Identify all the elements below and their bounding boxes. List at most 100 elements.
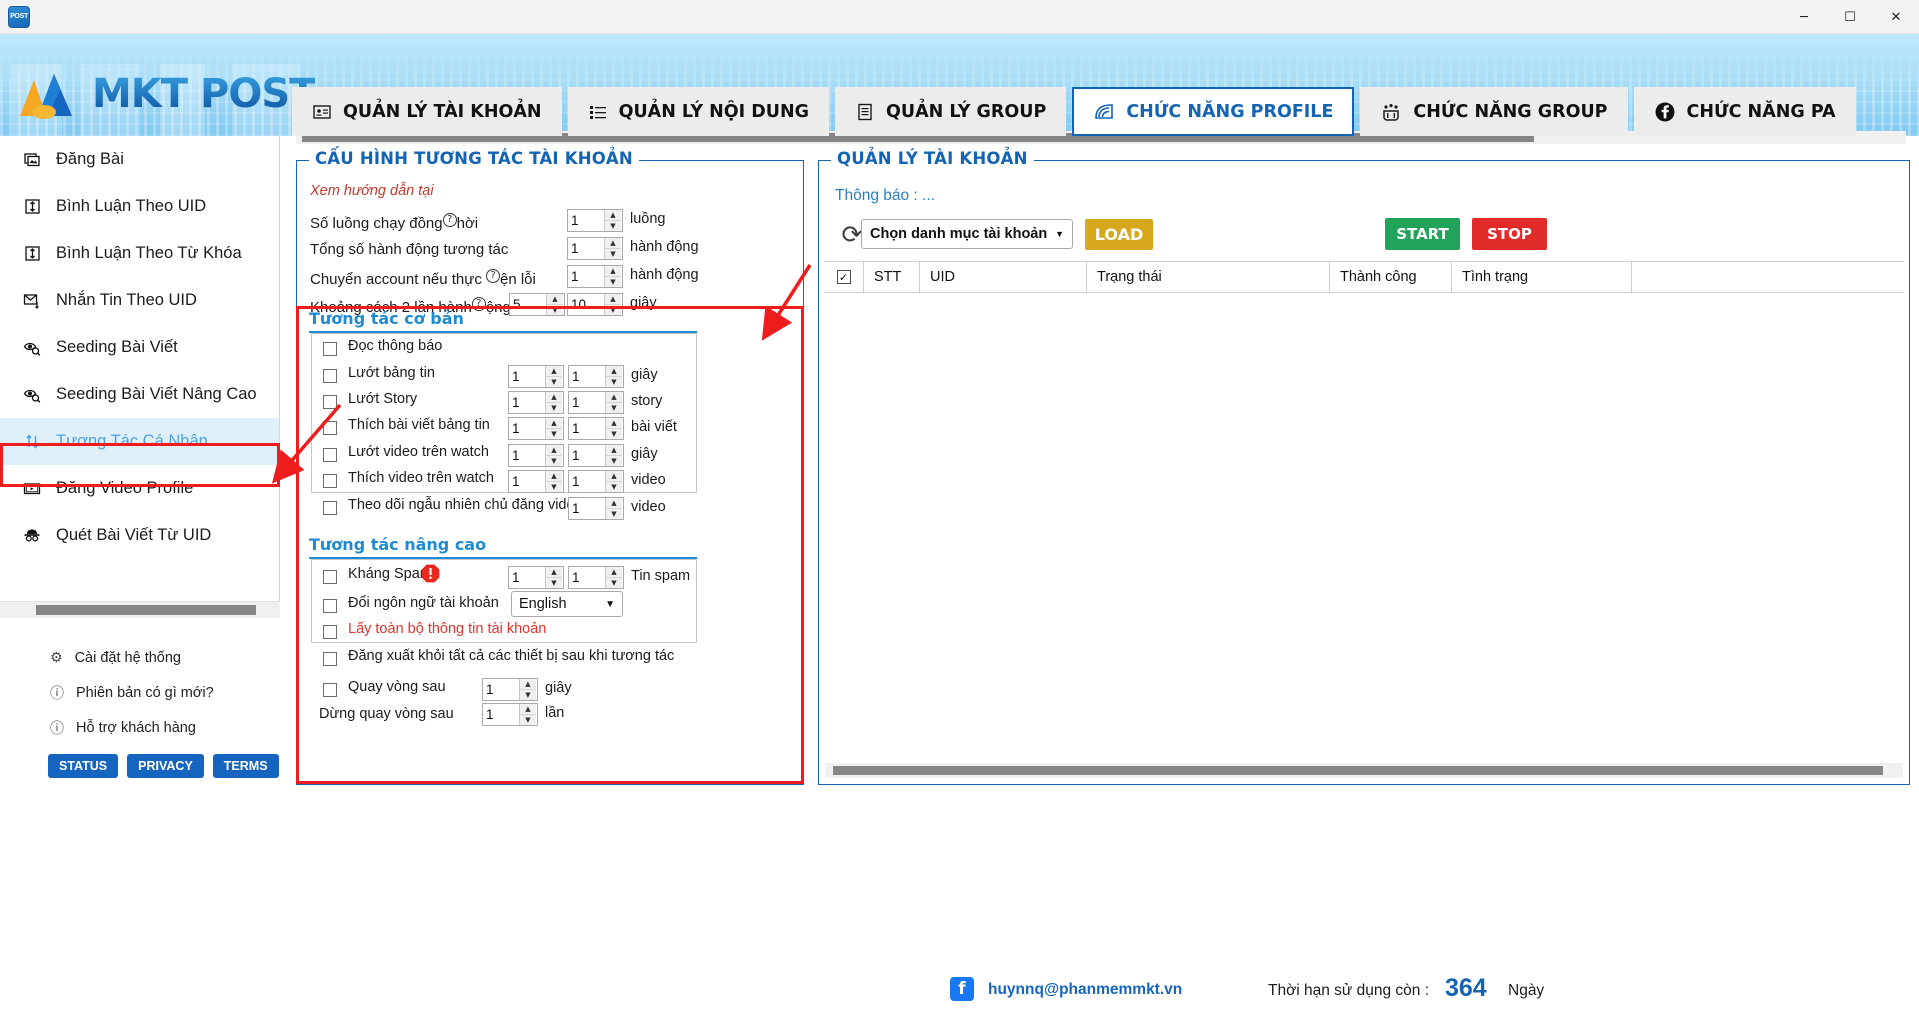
spinner-up-icon[interactable]: ▲ [606,366,622,377]
thich-bai-viet-max-input[interactable] [569,418,605,439]
column-thanh-cong[interactable]: Thành công [1330,262,1452,292]
start-button[interactable]: START [1385,218,1460,250]
total-actions-input[interactable] [568,238,604,259]
luot-story-min-spinner[interactable]: ▲▼ [508,391,564,414]
spinner-up-icon[interactable]: ▲ [605,294,621,305]
help-icon[interactable]: ? [471,297,486,311]
luot-bang-tin-max-spinner[interactable]: ▲▼ [568,365,624,388]
spinner-arrows[interactable]: ▲ ▼ [604,294,621,315]
spinner-up-icon[interactable]: ▲ [606,567,622,578]
guide-link[interactable]: Xem hướng dẫn tại [310,183,434,199]
luot-video-min-input[interactable] [509,445,545,466]
spinner-arrows[interactable]: ▲ ▼ [545,567,562,588]
tab-chuc-nang-group[interactable]: CHỨC NĂNG GROUP [1360,87,1628,136]
spinner-down-icon[interactable]: ▼ [606,403,622,413]
luot-video-min-spinner[interactable]: ▲▼ [508,444,564,467]
select-all-checkbox[interactable]: ✓ [836,270,851,284]
checkbox-quay-vong-sau[interactable] [323,683,337,697]
switch-account-spinner[interactable]: ▲▼ [567,265,623,288]
checkbox-doc-thong-bao[interactable] [323,342,337,356]
spinner-up-icon[interactable]: ▲ [606,471,622,482]
spinner-up-icon[interactable]: ▲ [546,392,562,403]
action-delay-max-input[interactable] [568,294,604,315]
action-delay-min-input[interactable] [510,294,546,315]
checkbox-dang-xuat-thiet-bi[interactable] [323,652,337,666]
spinner-down-icon[interactable]: ▼ [546,456,562,466]
spinner-arrows[interactable]: ▲ ▼ [605,418,622,439]
spinner-arrows[interactable]: ▲ ▼ [604,238,621,259]
khang-spam-min-spinner[interactable]: ▲▼ [508,566,564,589]
minimize-button[interactable]: ─ [1781,0,1827,34]
sidebar-item-seeding-bai-viet-nang-cao[interactable]: Seeding Bài Viết Nâng Cao [0,371,279,418]
sidebar-item-nhan-tin-theo-uid[interactable]: Nhắn Tin Theo UID [0,277,279,324]
spinner-down-icon[interactable]: ▼ [606,377,622,387]
spinner-up-icon[interactable]: ▲ [520,704,536,715]
luot-story-min-input[interactable] [509,392,545,413]
luot-bang-tin-min-spinner[interactable]: ▲▼ [508,365,564,388]
spinner-arrows[interactable]: ▲ ▼ [605,366,622,387]
thich-video-min-spinner[interactable]: ▲▼ [508,470,564,493]
luot-video-max-spinner[interactable]: ▲▼ [568,444,624,467]
spinner-down-icon[interactable]: ▼ [520,715,536,725]
theo-doi-input[interactable] [569,498,605,519]
checkbox-lay-toan-bo-thong-tin[interactable] [323,625,337,639]
action-delay-max-spinner[interactable]: ▲▼ [567,293,623,316]
checkbox-doi-ngon-ngu[interactable] [323,599,337,613]
khang-spam-min-input[interactable] [509,567,545,588]
luot-bang-tin-max-input[interactable] [569,366,605,387]
support-email[interactable]: huynnq@phanmemmkt.vn [988,981,1182,999]
footer-item-phien-ban-co-gi-moi[interactable]: ⓘ Phiên bản có gì mới? [0,675,280,710]
chevron-down-icon[interactable]: ▼ [1055,229,1064,239]
checkbox-thich-video-tren-watch[interactable] [323,474,337,488]
spinner-down-icon[interactable]: ▼ [605,277,621,287]
spinner-arrows[interactable]: ▲ ▼ [604,210,621,231]
checkbox-luot-bang-tin[interactable] [323,369,337,383]
checkbox-khang-spam[interactable] [323,570,337,584]
column-trang-thai[interactable]: Trạng thái [1087,262,1330,292]
spinner-down-icon[interactable]: ▼ [546,482,562,492]
column-uid[interactable]: UID [920,262,1087,292]
tab-quan-ly-tai-khoan[interactable]: QUẢN LÝ TÀI KHOẢN [292,87,562,136]
checkbox-luot-story[interactable] [323,395,337,409]
spinner-down-icon[interactable]: ▼ [520,690,536,700]
checkbox-thich-bai-viet-bang-tin[interactable] [323,421,337,435]
action-delay-min-spinner[interactable]: ▲▼ [509,293,565,316]
spinner-down-icon[interactable]: ▼ [606,429,622,439]
khang-spam-max-input[interactable] [569,567,605,588]
threads-input[interactable] [568,210,604,231]
tab-chuc-nang-profile[interactable]: CHỨC NĂNG PROFILE [1072,87,1355,136]
dung-quay-vong-input[interactable] [483,704,519,725]
sidebar-item-binh-luan-theo-tu-khoa[interactable]: Bình Luận Theo Từ Khóa [0,230,279,277]
khang-spam-max-spinner[interactable]: ▲▼ [568,566,624,589]
status-button[interactable]: STATUS [48,754,119,778]
luot-bang-tin-min-input[interactable] [509,366,545,387]
quay-vong-spinner[interactable]: ▲▼ [482,678,538,701]
theo-doi-spinner[interactable]: ▲▼ [568,497,624,520]
thich-bai-viet-min-input[interactable] [509,418,545,439]
thich-bai-viet-min-spinner[interactable]: ▲▼ [508,417,564,440]
spinner-arrows[interactable]: ▲ ▼ [604,266,621,287]
spinner-arrows[interactable]: ▲ ▼ [545,392,562,413]
spinner-up-icon[interactable]: ▲ [605,266,621,277]
threads-spinner[interactable]: ▲▼ [567,209,623,232]
column-stt[interactable]: STT [864,262,920,292]
scrollbar-thumb[interactable] [833,766,1883,775]
luot-story-max-input[interactable] [569,392,605,413]
checkbox-luot-video-tren-watch[interactable] [323,448,337,462]
tab-quan-ly-group[interactable]: QUẢN LÝ GROUP [835,87,1067,136]
dung-quay-vong-spinner[interactable]: ▲▼ [482,703,538,726]
spinner-up-icon[interactable]: ▲ [606,498,622,509]
spinner-arrows[interactable]: ▲ ▼ [605,567,622,588]
spinner-up-icon[interactable]: ▲ [546,366,562,377]
sidebar-item-dang-bai[interactable]: Đăng Bài [0,136,279,183]
spinner-up-icon[interactable]: ▲ [606,445,622,456]
spinner-down-icon[interactable]: ▼ [605,305,621,315]
footer-item-cai-dat-he-thong[interactable]: ⚙ Cài đặt hệ thống [0,640,280,675]
spinner-arrows[interactable]: ▲ ▼ [605,392,622,413]
spinner-arrows[interactable]: ▲ ▼ [545,471,562,492]
spinner-down-icon[interactable]: ▼ [546,429,562,439]
sidebar-item-quet-bai-viet-tu-uid[interactable]: Quét Bài Viết Từ UID [0,512,279,559]
spinner-up-icon[interactable]: ▲ [606,418,622,429]
footer-item-ho-tro-khach-hang[interactable]: ⓘ Hỗ trợ khách hàng [0,710,280,745]
spinner-up-icon[interactable]: ▲ [546,567,562,578]
